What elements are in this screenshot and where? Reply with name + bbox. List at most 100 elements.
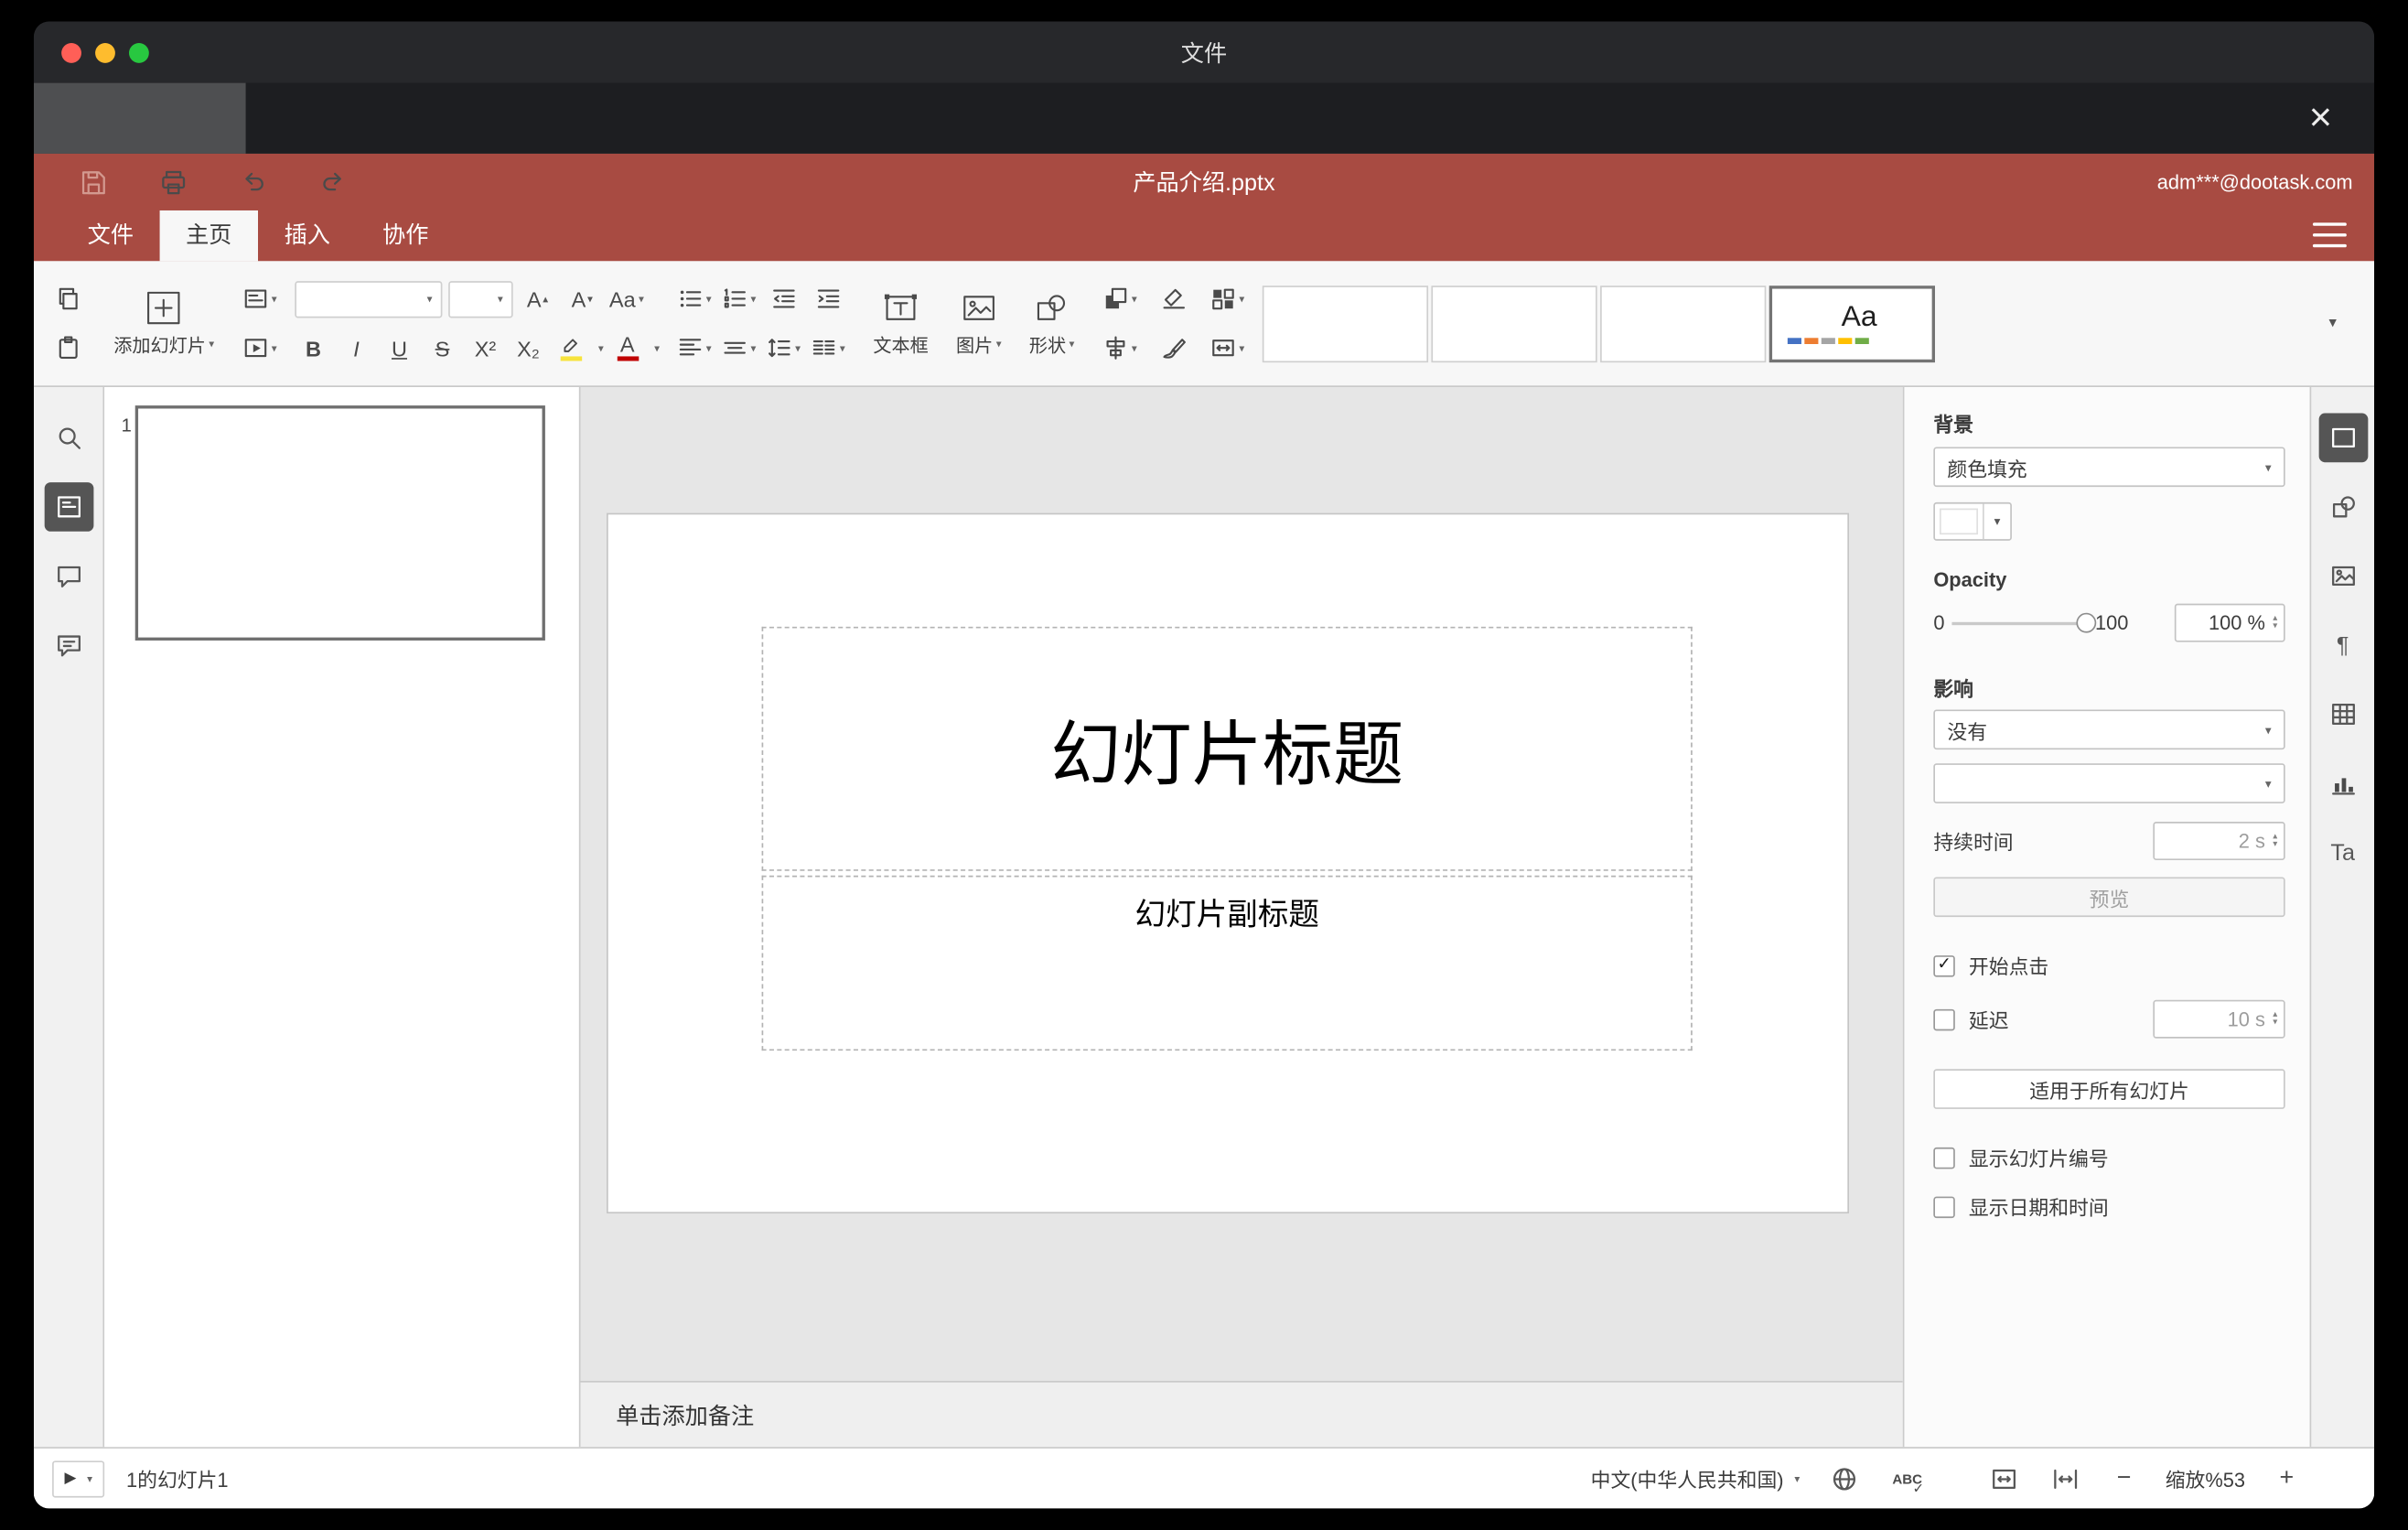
change-layout-button[interactable]: ▾	[241, 279, 279, 319]
redo-icon[interactable]	[313, 162, 351, 202]
superscript-button[interactable]: X²	[466, 328, 504, 368]
fill-color-picker[interactable]: ▾	[1933, 501, 2012, 541]
highlight-color-button[interactable]	[552, 328, 590, 368]
zoom-out-button[interactable]: −	[2110, 1465, 2137, 1492]
print-icon[interactable]	[154, 162, 192, 202]
zoom-in-button[interactable]: +	[2273, 1465, 2300, 1492]
start-slideshow-button[interactable]: ▾	[241, 328, 279, 368]
effect-select[interactable]: 没有 ▾	[1933, 709, 2285, 750]
paragraph-settings-icon[interactable]: ¶	[2318, 620, 2368, 670]
slide-title-placeholder[interactable]: 幻灯片标题	[761, 626, 1693, 871]
color-scheme-button[interactable]: ▾	[1208, 279, 1246, 319]
bullets-button[interactable]: ▾	[675, 279, 714, 319]
up-arrow-icon: ▴	[543, 294, 549, 306]
arrange-shape-button[interactable]: ▾	[1101, 279, 1139, 319]
decrease-font-button[interactable]: A ▾	[563, 279, 601, 319]
zoom-window-button[interactable]	[128, 42, 149, 63]
traffic-lights	[61, 42, 149, 63]
increase-indent-button[interactable]	[809, 279, 847, 319]
delay-checkbox[interactable]	[1933, 1007, 1955, 1030]
vertical-align-button[interactable]: ▾	[720, 328, 758, 368]
start-slideshow-status-button[interactable]: ▶ ▾	[52, 1460, 105, 1497]
search-icon[interactable]	[44, 414, 93, 463]
spinner-arrows-icon[interactable]: ▴ ▾	[2273, 832, 2277, 849]
paste-icon[interactable]	[49, 328, 88, 368]
decrease-indent-button[interactable]	[764, 279, 802, 319]
notes-area[interactable]: 单击添加备注	[580, 1381, 1903, 1448]
zoom-level-label: 缩放%53	[2165, 1468, 2246, 1492]
close-window-button[interactable]	[61, 42, 81, 63]
insert-textbox-button[interactable]: 文本框	[863, 275, 940, 371]
start-on-click-checkbox[interactable]: ✓	[1933, 954, 1955, 976]
underline-button[interactable]: U	[380, 328, 418, 368]
slide-settings-icon[interactable]	[2317, 413, 2368, 463]
font-color-button[interactable]: A	[608, 328, 647, 368]
fit-to-slide-icon[interactable]	[1987, 1461, 2021, 1495]
show-slide-number-checkbox[interactable]	[1933, 1147, 1955, 1169]
copy-icon[interactable]	[49, 279, 88, 319]
slides-panel-icon[interactable]	[43, 482, 93, 532]
opacity-input[interactable]: 100 % ▴ ▾	[2174, 603, 2285, 642]
align-shape-button[interactable]: ▾	[1101, 328, 1139, 368]
chat-icon[interactable]	[44, 620, 93, 670]
insert-shape-button[interactable]: 形状 ▾	[1018, 275, 1085, 371]
italic-button[interactable]: I	[337, 328, 375, 368]
language-select[interactable]: 中文(中华人民共和国) ▾	[1591, 1464, 1801, 1493]
set-language-icon[interactable]	[1827, 1461, 1861, 1495]
increase-font-button[interactable]: A ▴	[519, 279, 557, 319]
chart-settings-icon[interactable]	[2318, 759, 2368, 808]
background-label: 背景	[1933, 413, 1973, 436]
document-title: 产品介绍.pptx	[1133, 170, 1275, 197]
fit-to-width-icon[interactable]	[2048, 1461, 2082, 1495]
clear-style-icon[interactable]	[1155, 279, 1193, 319]
font-name-select[interactable]: ▾	[294, 280, 442, 318]
font-size-select[interactable]: ▾	[447, 280, 512, 318]
shape-settings-icon[interactable]	[2318, 482, 2368, 532]
insert-image-button[interactable]: 图片 ▾	[945, 275, 1012, 371]
bold-button[interactable]: B	[294, 328, 332, 368]
preview-button[interactable]: 预览	[1933, 877, 2285, 918]
show-date-time-checkbox[interactable]	[1933, 1195, 1955, 1218]
close-icon[interactable]: ×	[2297, 89, 2343, 144]
theme-tile-2[interactable]	[1430, 285, 1597, 362]
spinner-arrows-icon[interactable]: ▴ ▾	[2273, 614, 2277, 630]
table-settings-icon[interactable]	[2318, 690, 2368, 739]
line-spacing-button[interactable]: ▾	[764, 328, 802, 368]
theme-tile-3[interactable]	[1599, 285, 1766, 362]
delay-input[interactable]: 10 s ▴ ▾	[2153, 999, 2285, 1039]
opacity-slider[interactable]	[1951, 611, 2097, 632]
gallery-expand-icon[interactable]: ▾	[2313, 315, 2353, 331]
columns-button[interactable]: ▾	[809, 328, 847, 368]
effect-type-select[interactable]: ▾	[1933, 763, 2285, 803]
spinner-arrows-icon[interactable]: ▴ ▾	[2273, 1010, 2277, 1027]
minimize-window-button[interactable]	[95, 42, 115, 63]
add-slide-button[interactable]: 添加幻灯片 ▾	[102, 275, 224, 371]
undo-icon[interactable]	[233, 162, 272, 202]
image-settings-icon[interactable]	[2318, 552, 2368, 601]
slide[interactable]: 幻灯片标题 幻灯片副标题	[607, 514, 1848, 1212]
copy-style-icon[interactable]	[1155, 328, 1193, 368]
slide-size-button[interactable]: ▾	[1208, 328, 1246, 368]
numbering-button[interactable]: ▾	[720, 279, 758, 319]
menu-icon[interactable]	[2312, 222, 2347, 248]
slide-thumbnail[interactable]	[134, 405, 545, 641]
tab-insert[interactable]: 插入	[258, 210, 356, 261]
apply-to-all-button[interactable]: 适用于所有幻灯片	[1933, 1069, 2285, 1109]
slide-subtitle-placeholder[interactable]: 幻灯片副标题	[761, 875, 1693, 1051]
tab-file[interactable]: 文件	[61, 210, 159, 261]
theme-tile-selected[interactable]: Aa	[1768, 285, 1935, 362]
tab-home[interactable]: 主页	[159, 210, 259, 262]
theme-tile-1[interactable]	[1262, 285, 1428, 362]
textart-settings-icon[interactable]: Ta	[2318, 828, 2368, 878]
subscript-button[interactable]: X₂	[509, 328, 547, 368]
slider-handle[interactable]	[2076, 611, 2097, 632]
horizontal-align-button[interactable]: ▾	[675, 328, 714, 368]
save-icon[interactable]	[74, 162, 113, 202]
spellcheck-icon[interactable]: ABC ✓	[1889, 1465, 1926, 1495]
change-case-button[interactable]: Aa ▾	[607, 279, 646, 319]
strikethrough-button[interactable]: S	[423, 328, 461, 368]
comments-icon[interactable]	[44, 552, 93, 601]
tab-collaboration[interactable]: 协作	[357, 210, 455, 261]
fill-type-select[interactable]: 颜色填充 ▾	[1933, 447, 2285, 488]
duration-input[interactable]: 2 s ▴ ▾	[2153, 822, 2285, 860]
